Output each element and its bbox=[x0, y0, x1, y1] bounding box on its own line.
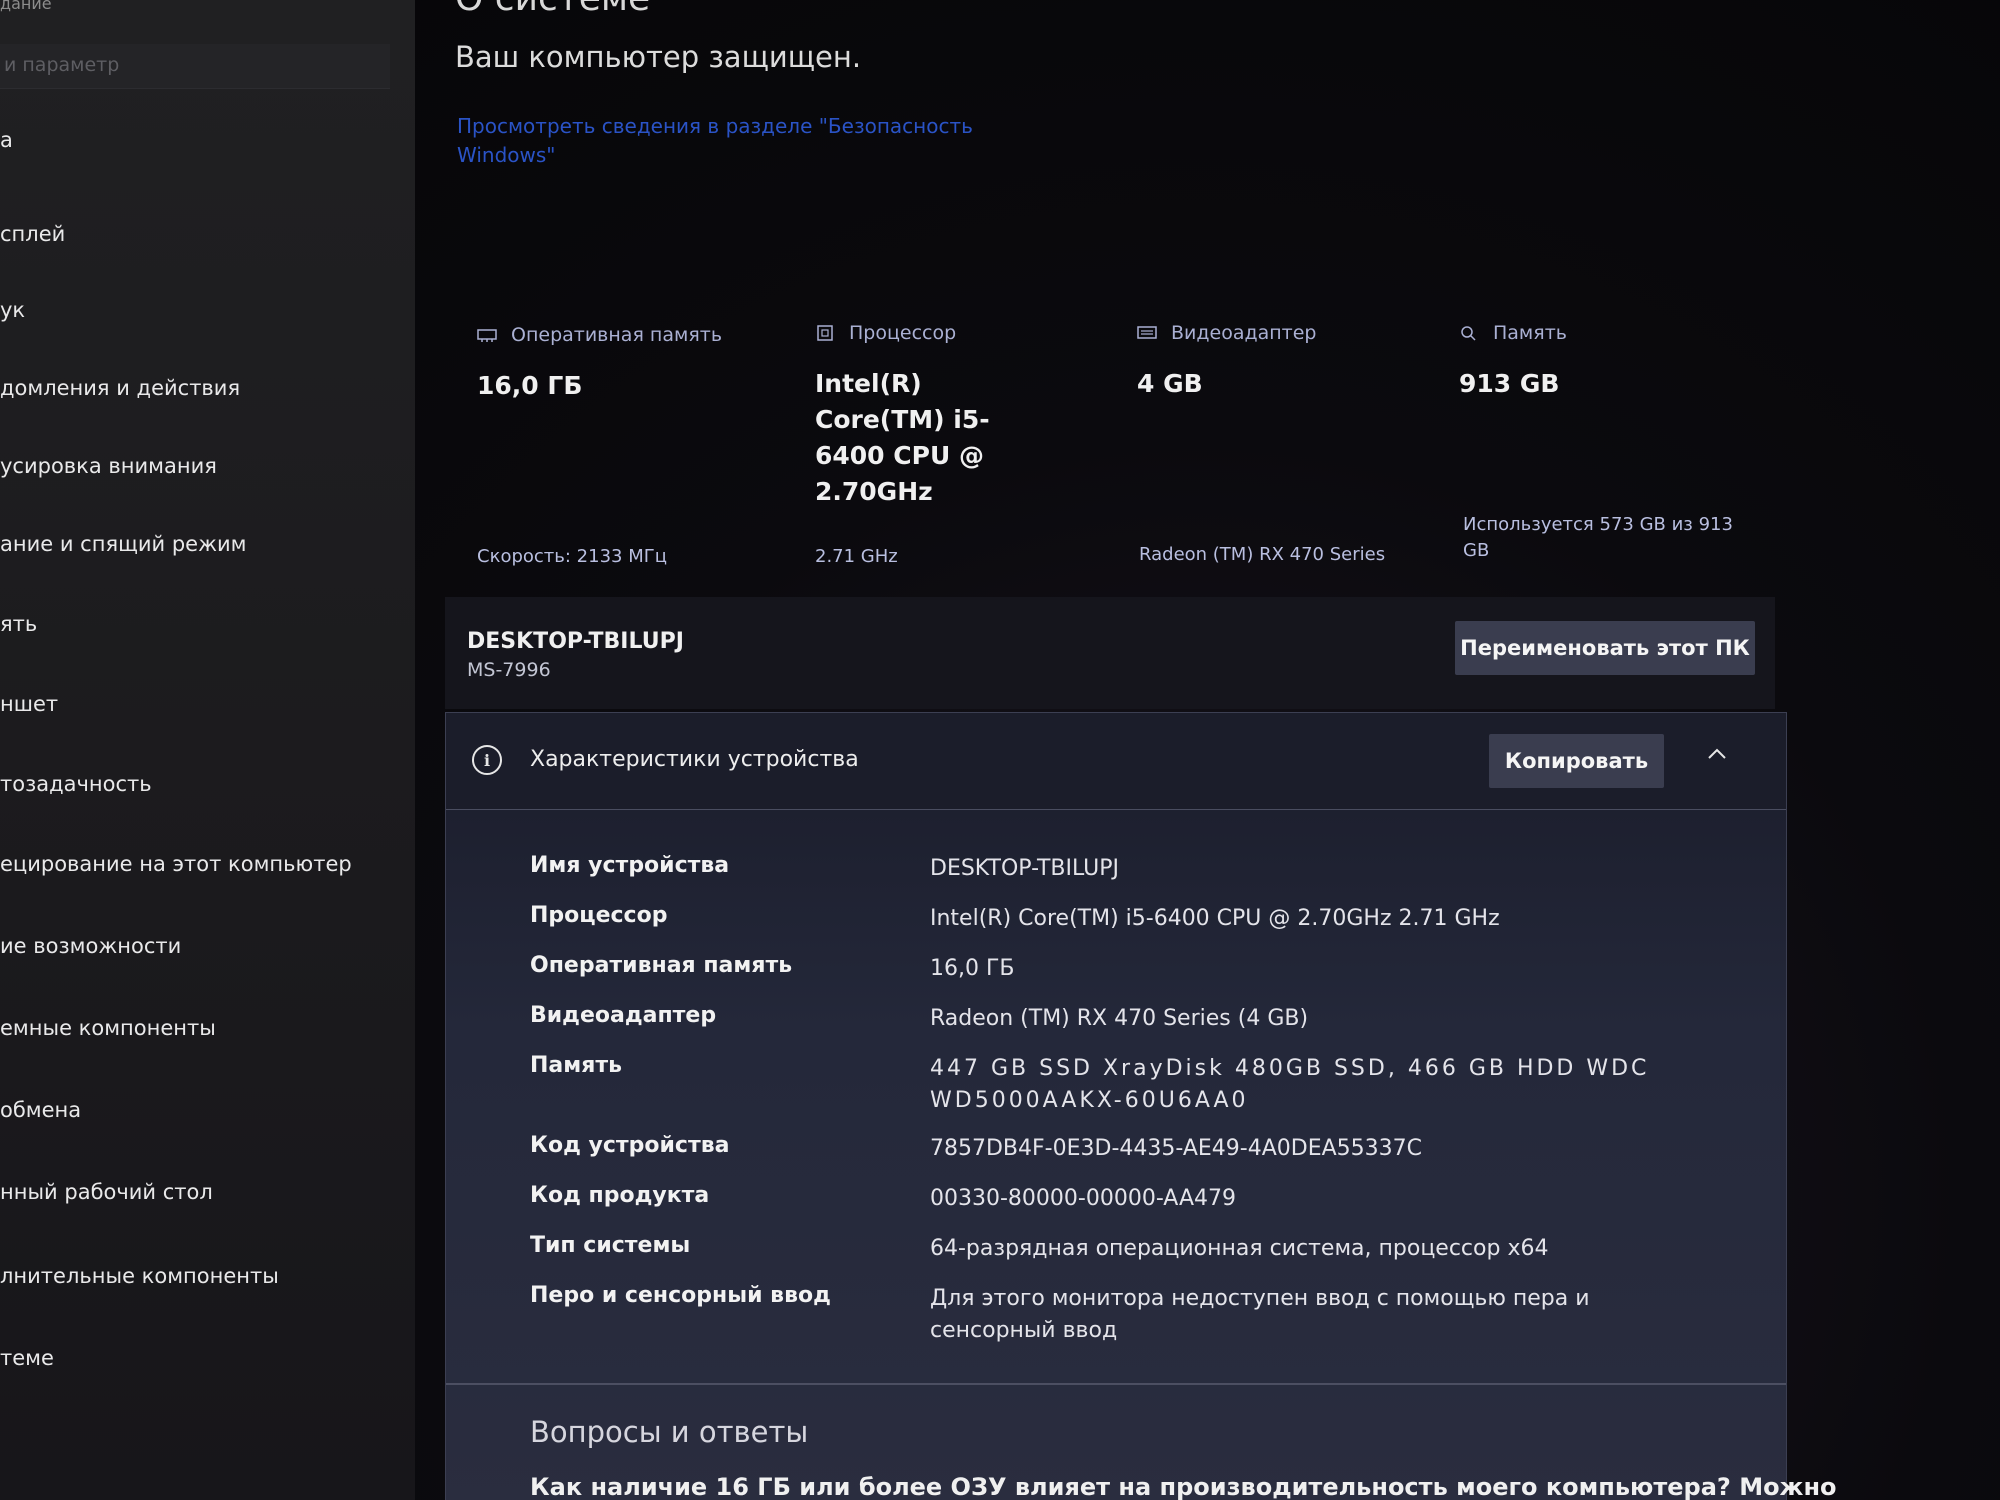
sidebar-item-7[interactable]: ншет bbox=[0, 692, 58, 716]
sidebar-item-8[interactable]: тозадачность bbox=[0, 772, 152, 796]
gpu-label: Видеоадаптер bbox=[1171, 322, 1317, 344]
sidebar-item-0[interactable]: а bbox=[0, 128, 13, 152]
device-specs-header[interactable]: i Характеристики устройства Копировать bbox=[446, 713, 1786, 810]
page-title: О системе bbox=[455, 0, 650, 19]
spec-key: Процессор bbox=[530, 903, 668, 928]
memory-icon bbox=[477, 329, 497, 342]
gpu-name: Radeon (TM) RX 470 Series bbox=[1139, 544, 1386, 565]
cpu-card: Процессор Intel(R) Core(TM) i5-6400 CPU … bbox=[815, 322, 1055, 567]
spec-key: Память bbox=[530, 1053, 623, 1078]
protection-status: Ваш компьютер защищен. bbox=[455, 40, 862, 74]
cpu-label: Процессор bbox=[849, 322, 957, 344]
sidebar-item-11[interactable]: емные компоненты bbox=[0, 1016, 216, 1040]
sidebar-item-13[interactable]: нный рабочий стол bbox=[0, 1180, 213, 1204]
spec-key: Тип системы bbox=[530, 1233, 691, 1258]
ram-card: Оперативная память 16,0 ГБ Скорость: 213… bbox=[477, 324, 723, 567]
storage-value: 913 GB bbox=[1459, 369, 1560, 398]
cpu-speed: 2.71 GHz bbox=[815, 546, 898, 567]
spec-key: Код устройства bbox=[530, 1133, 730, 1158]
sidebar-caption: дание bbox=[0, 0, 52, 13]
copy-button[interactable]: Копировать bbox=[1489, 734, 1664, 788]
gpu-value: 4 GB bbox=[1137, 369, 1203, 398]
spec-key: Перо и сенсорный ввод bbox=[530, 1283, 831, 1308]
sidebar-item-4[interactable]: усировка внимания bbox=[0, 454, 217, 478]
ram-speed: Скорость: 2133 МГц bbox=[477, 546, 667, 567]
sidebar-item-14[interactable]: лнительные компоненты bbox=[0, 1264, 279, 1288]
ram-value: 16,0 ГБ bbox=[477, 371, 583, 400]
device-specs-panel: i Характеристики устройства Копировать И… bbox=[445, 712, 1837, 1500]
sidebar-item-6[interactable]: ять bbox=[0, 612, 37, 636]
sidebar-item-5[interactable]: ание и спящий режим bbox=[0, 532, 246, 556]
sidebar: дание и параметр а сплей ук домления и д… bbox=[0, 0, 415, 1500]
spec-key: Имя устройства bbox=[530, 853, 730, 878]
sidebar-item-1[interactable]: сплей bbox=[0, 222, 65, 246]
processor-icon bbox=[817, 325, 833, 341]
sidebar-item-15[interactable]: теме bbox=[0, 1346, 54, 1370]
chevron-up-icon[interactable] bbox=[1706, 743, 1728, 765]
spec-value: Intel(R) Core(TM) i5-6400 CPU @ 2.70GHz … bbox=[930, 906, 1500, 931]
cpu-value: Intel(R) Core(TM) i5-6400 CPU @ 2.70GHz bbox=[815, 369, 990, 506]
info-icon: i bbox=[472, 745, 502, 775]
spec-value: Для этого монитора недоступен ввод с пом… bbox=[930, 1286, 1590, 1343]
sidebar-item-10[interactable]: ие возможности bbox=[0, 934, 181, 958]
spec-key: Видеоадаптер bbox=[530, 1003, 717, 1028]
storage-icon bbox=[1461, 326, 1476, 341]
sidebar-item-9[interactable]: ецирование на этот компьютер bbox=[0, 852, 352, 876]
settings-window: дание и параметр а сплей ук домления и д… bbox=[0, 0, 2000, 1500]
sidebar-item-12[interactable]: обмена bbox=[0, 1098, 81, 1122]
pc-model: MS-7996 bbox=[467, 659, 551, 681]
faq-title: Вопросы и ответы bbox=[530, 1415, 809, 1449]
pc-name-bar: DESKTOP-TBILUPJ MS-7996 Переименовать эт… bbox=[445, 597, 1775, 709]
gpu-icon bbox=[1137, 326, 1157, 339]
spec-value: DESKTOP-TBILUPJ bbox=[930, 856, 1120, 881]
storage-label: Память bbox=[1493, 322, 1567, 344]
storage-usage: Используется 573 GB из 913 GB bbox=[1463, 514, 1733, 561]
search-input[interactable]: и параметр bbox=[0, 44, 390, 89]
main-content: О системе Ваш компьютер защищен. Просмот… bbox=[415, 0, 2000, 1500]
spec-value: 00330-80000-00000-AA479 bbox=[930, 1186, 1236, 1211]
storage-card: Память 913 GB Используется 573 GB из 913… bbox=[1459, 322, 1733, 561]
sidebar-item-2[interactable]: ук bbox=[0, 298, 25, 322]
spec-value: 64-разрядная операционная система, проце… bbox=[930, 1236, 1549, 1261]
security-link[interactable]: Просмотреть сведения в разделе "Безопасн… bbox=[457, 112, 977, 170]
spec-key: Код продукта bbox=[530, 1183, 710, 1208]
device-specs-title: Характеристики устройства bbox=[530, 747, 859, 772]
rename-pc-button[interactable]: Переименовать этот ПК bbox=[1455, 621, 1755, 675]
faq-question[interactable]: Как наличие 16 ГБ или более ОЗУ влияет н… bbox=[530, 1473, 1837, 1500]
ram-label: Оперативная память bbox=[511, 324, 723, 346]
spec-value: Radeon (TM) RX 470 Series (4 GB) bbox=[930, 1006, 1309, 1031]
divider bbox=[446, 1383, 1786, 1385]
search-placeholder: и параметр bbox=[4, 54, 120, 76]
spec-key: Оперативная память bbox=[530, 953, 793, 978]
spec-value: 16,0 ГБ bbox=[930, 956, 1015, 981]
gpu-card: Видеоадаптер 4 GB Radeon (TM) RX 470 Ser… bbox=[1137, 322, 1385, 565]
sidebar-item-3[interactable]: домления и действия bbox=[0, 376, 240, 400]
spec-value: 447 GB SSD XrayDisk 480GB SSD, 466 GB HD… bbox=[930, 1056, 1650, 1113]
pc-name: DESKTOP-TBILUPJ bbox=[467, 629, 684, 654]
spec-value: 7857DB4F-0E3D-4435-AE49-4A0DEA55337C bbox=[930, 1136, 1422, 1161]
